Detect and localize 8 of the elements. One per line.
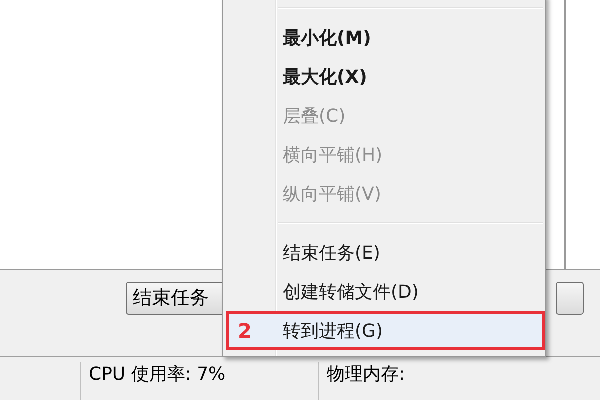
status-text: CPU 使用率: 7% (80, 362, 318, 400)
status-text: 物理内存: (318, 362, 556, 400)
side-button[interactable] (556, 282, 584, 315)
step-number: 2 (238, 319, 252, 343)
menu-item[interactable]: 最小化(M) (223, 18, 545, 57)
menu-item[interactable]: 结束任务(E) (223, 233, 545, 272)
menu-item[interactable]: 最大化(X) (223, 57, 545, 96)
menu-item[interactable]: 2 转到进程(G) (226, 311, 545, 350)
